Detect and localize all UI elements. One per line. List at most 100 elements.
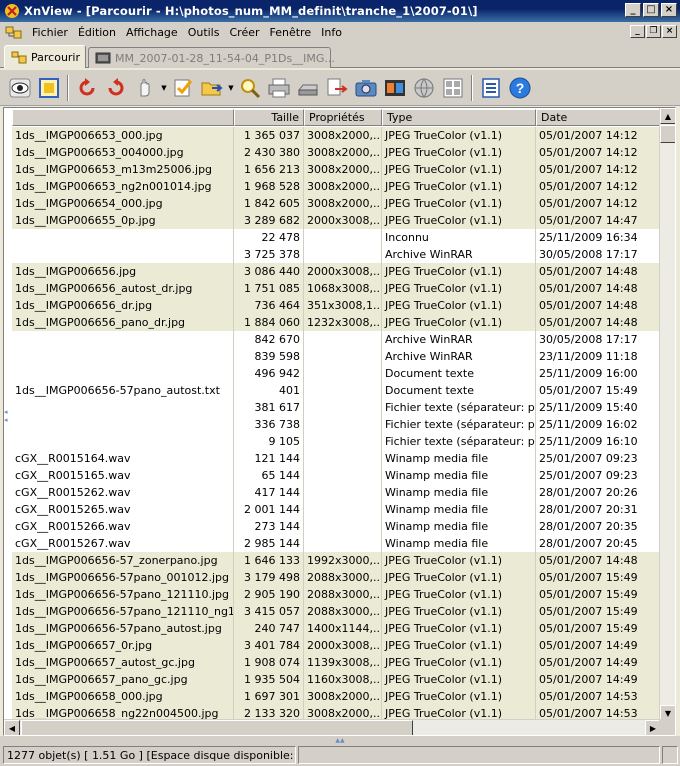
scroll-left-arrow-icon[interactable]: ◀ bbox=[4, 720, 20, 735]
table-row[interactable]: 1ds__IMGP006654_000.jpg 1 842 605 3008x200… bbox=[12, 195, 660, 212]
rotate-left-icon[interactable] bbox=[73, 74, 101, 102]
table-row[interactable]: 496 942 Document texte 25/11/2009 16:00 bbox=[12, 365, 660, 382]
globe-icon[interactable] bbox=[410, 74, 438, 102]
table-row[interactable]: 839 598 Archive WinRAR 23/11/2009 11:18 bbox=[12, 348, 660, 365]
file-properties-cell: 2000x3008,... bbox=[304, 263, 382, 280]
table-row[interactable]: 1ds__IMGP006656-57pano_autost.txt 401 Docu… bbox=[12, 382, 660, 399]
browser-document-icon[interactable] bbox=[5, 24, 23, 40]
hand-icon[interactable] bbox=[131, 74, 159, 102]
table-row[interactable]: cGX__R0015165.wav 65 144 Winamp media file… bbox=[12, 467, 660, 484]
file-list[interactable]: ◂ ◂ Taille Propriétés Type Date 1ds__IMGP… bbox=[3, 107, 676, 736]
file-type-cell: JPEG TrueColor (v1.1) bbox=[382, 654, 536, 671]
horizontal-scroll-thumb[interactable] bbox=[21, 720, 413, 735]
table-row[interactable]: 1ds__IMGP006653_000.jpg 1 365 037 3008x200… bbox=[12, 127, 660, 144]
help-icon[interactable]: ? bbox=[506, 74, 534, 102]
eye-icon[interactable] bbox=[6, 74, 34, 102]
table-row[interactable]: 1ds__IMGP006656_pano_dr.jpg 1 884 060 1232… bbox=[12, 314, 660, 331]
file-size-cell: 3 289 682 bbox=[234, 212, 304, 229]
file-size-cell: 3 401 784 bbox=[234, 637, 304, 654]
close-button[interactable]: × bbox=[661, 3, 677, 17]
table-row[interactable]: cGX__R0015265.wav 2 001 144 Winamp media f… bbox=[12, 501, 660, 518]
select-checked-icon[interactable] bbox=[169, 74, 197, 102]
table-row[interactable]: cGX__R0015164.wav 121 144 Winamp media fil… bbox=[12, 450, 660, 467]
menu-fenetre[interactable]: Fenêtre bbox=[265, 26, 317, 39]
scroll-up-arrow-icon[interactable]: ▲ bbox=[660, 108, 675, 124]
minimize-button[interactable]: _ bbox=[625, 3, 641, 17]
printer-icon[interactable] bbox=[265, 74, 293, 102]
camera-icon[interactable] bbox=[352, 74, 380, 102]
table-row[interactable]: 1ds__IMGP006656-57pano_autost.jpg 240 747… bbox=[12, 620, 660, 637]
table-row[interactable]: 1ds__IMGP006656.jpg 3 086 440 2000x3008,..… bbox=[12, 263, 660, 280]
menu-edition[interactable]: Édition bbox=[73, 26, 121, 39]
contact-sheet-icon[interactable] bbox=[439, 74, 467, 102]
menu-creer[interactable]: Créer bbox=[224, 26, 264, 39]
file-type-cell: Winamp media file bbox=[382, 484, 536, 501]
table-row[interactable]: 1ds__IMGP006657_autost_gc.jpg 1 908 074 11… bbox=[12, 654, 660, 671]
table-row[interactable]: 336 738 Fichier texte (séparateur: poi...… bbox=[12, 416, 660, 433]
file-size-cell: 736 464 bbox=[234, 297, 304, 314]
pane-collapse-handle[interactable]: ◂ ◂ bbox=[4, 408, 11, 438]
table-row[interactable]: 3 725 378 Archive WinRAR 30/05/2008 17:17 bbox=[12, 246, 660, 263]
file-size-cell: 1 935 504 bbox=[234, 671, 304, 688]
table-row[interactable]: 1ds__IMGP006653_004000.jpg 2 430 380 3008x… bbox=[12, 144, 660, 161]
table-row[interactable]: 9 105 Fichier texte (séparateur: poi...25… bbox=[12, 433, 660, 450]
tab-image[interactable]: MM_2007-01-28_11-54-04_P1Ds__IMG... bbox=[88, 47, 335, 68]
maximize-button[interactable]: □ bbox=[643, 3, 659, 17]
file-size-cell: 839 598 bbox=[234, 348, 304, 365]
column-header-size[interactable]: Taille bbox=[234, 109, 304, 126]
table-row[interactable]: cGX__R0015262.wav 417 144 Winamp media fil… bbox=[12, 484, 660, 501]
column-header-type[interactable]: Type bbox=[382, 109, 536, 126]
table-row[interactable]: 1ds__IMGP006657_pano_gc.jpg 1 935 504 1160… bbox=[12, 671, 660, 688]
file-properties-cell bbox=[304, 348, 382, 365]
filmstrip-icon[interactable] bbox=[381, 74, 409, 102]
folder-move-dropdown-arrow[interactable]: ▼ bbox=[227, 74, 235, 102]
table-row[interactable]: 1ds__IMGP006656-57pano_001012.jpg 3 179 4… bbox=[12, 569, 660, 586]
column-header-name[interactable] bbox=[12, 109, 234, 126]
table-row[interactable]: 1ds__IMGP006656-57pano_121110.jpg 2 905 1… bbox=[12, 586, 660, 603]
column-header-date[interactable]: Date bbox=[536, 109, 660, 126]
folder-move-icon[interactable] bbox=[198, 74, 226, 102]
vertical-scroll-thumb[interactable] bbox=[660, 125, 675, 143]
tab-parcourir[interactable]: Parcourir bbox=[4, 45, 86, 68]
table-row[interactable]: 842 670 Archive WinRAR 30/05/2008 17:17 bbox=[12, 331, 660, 348]
scanner-icon[interactable] bbox=[294, 74, 322, 102]
table-row[interactable]: 1ds__IMGP006657_0r.jpg 3 401 784 2000x3008… bbox=[12, 637, 660, 654]
table-row[interactable]: 1ds__IMGP006655_0p.jpg 3 289 682 2000x3008… bbox=[12, 212, 660, 229]
file-properties-cell bbox=[304, 433, 382, 450]
menu-affichage[interactable]: Affichage bbox=[121, 26, 183, 39]
table-row[interactable]: cGX__R0015267.wav 2 985 144 Winamp media f… bbox=[12, 535, 660, 552]
table-row[interactable]: 381 617 Fichier texte (séparateur: poi...… bbox=[12, 399, 660, 416]
file-size-cell: 1 842 605 bbox=[234, 195, 304, 212]
table-row[interactable]: 1ds__IMGP006656-57pano_121110_ng18... 3 4… bbox=[12, 603, 660, 620]
menu-info[interactable]: Info bbox=[316, 26, 347, 39]
horizontal-scrollbar[interactable]: ◀ ▶ bbox=[4, 719, 661, 735]
table-row[interactable]: 1ds__IMGP006653_ng2n001014.jpg 1 968 528 3… bbox=[12, 178, 660, 195]
rotate-right-icon[interactable] bbox=[102, 74, 130, 102]
mdi-close-button[interactable]: × bbox=[662, 25, 677, 38]
column-header-properties[interactable]: Propriétés bbox=[304, 109, 382, 126]
magnify-icon[interactable] bbox=[236, 74, 264, 102]
table-row[interactable]: 1ds__IMGP006656-57_zonerpano.jpg 1 646 13… bbox=[12, 552, 660, 569]
settings-list-icon[interactable] bbox=[477, 74, 505, 102]
title-bar[interactable]: XnView - [Parcourir - H:\photos_num_MM_d… bbox=[0, 0, 680, 22]
table-row[interactable]: 1ds__IMGP006656_autost_dr.jpg 1 751 085 10… bbox=[12, 280, 660, 297]
table-row[interactable]: cGX__R0015266.wav 273 144 Winamp media fil… bbox=[12, 518, 660, 535]
table-row[interactable]: 22 478 Inconnu 25/11/2009 16:34 bbox=[12, 229, 660, 246]
mdi-minimize-button[interactable]: _ bbox=[630, 25, 645, 38]
file-size-cell: 2 001 144 bbox=[234, 501, 304, 518]
file-date-cell: 28/01/2007 20:35 bbox=[539, 520, 638, 533]
scrollbar-corner bbox=[659, 719, 675, 735]
mdi-restore-button[interactable]: ❐ bbox=[646, 25, 661, 38]
menu-fichier[interactable]: Fichier bbox=[27, 26, 73, 39]
menu-outils[interactable]: Outils bbox=[183, 26, 225, 39]
vertical-scrollbar[interactable]: ▲ ▼ bbox=[659, 108, 675, 721]
pane-splitter[interactable]: ▲▲ bbox=[0, 736, 680, 744]
toolbar-separator bbox=[471, 74, 473, 101]
table-row[interactable]: 1ds__IMGP006656_dr.jpg 736 464 351x3008,1.… bbox=[12, 297, 660, 314]
hand-dropdown-arrow[interactable]: ▼ bbox=[160, 74, 168, 102]
export-icon[interactable] bbox=[323, 74, 351, 102]
table-row[interactable]: 1ds__IMGP006658_000.jpg 1 697 301 3008x200… bbox=[12, 688, 660, 705]
file-name-cell: 1ds__IMGP006656_pano_dr.jpg bbox=[12, 314, 234, 331]
table-row[interactable]: 1ds__IMGP006653_m13m25006.jpg 1 656 213 30… bbox=[12, 161, 660, 178]
fullscreen-icon[interactable] bbox=[35, 74, 63, 102]
